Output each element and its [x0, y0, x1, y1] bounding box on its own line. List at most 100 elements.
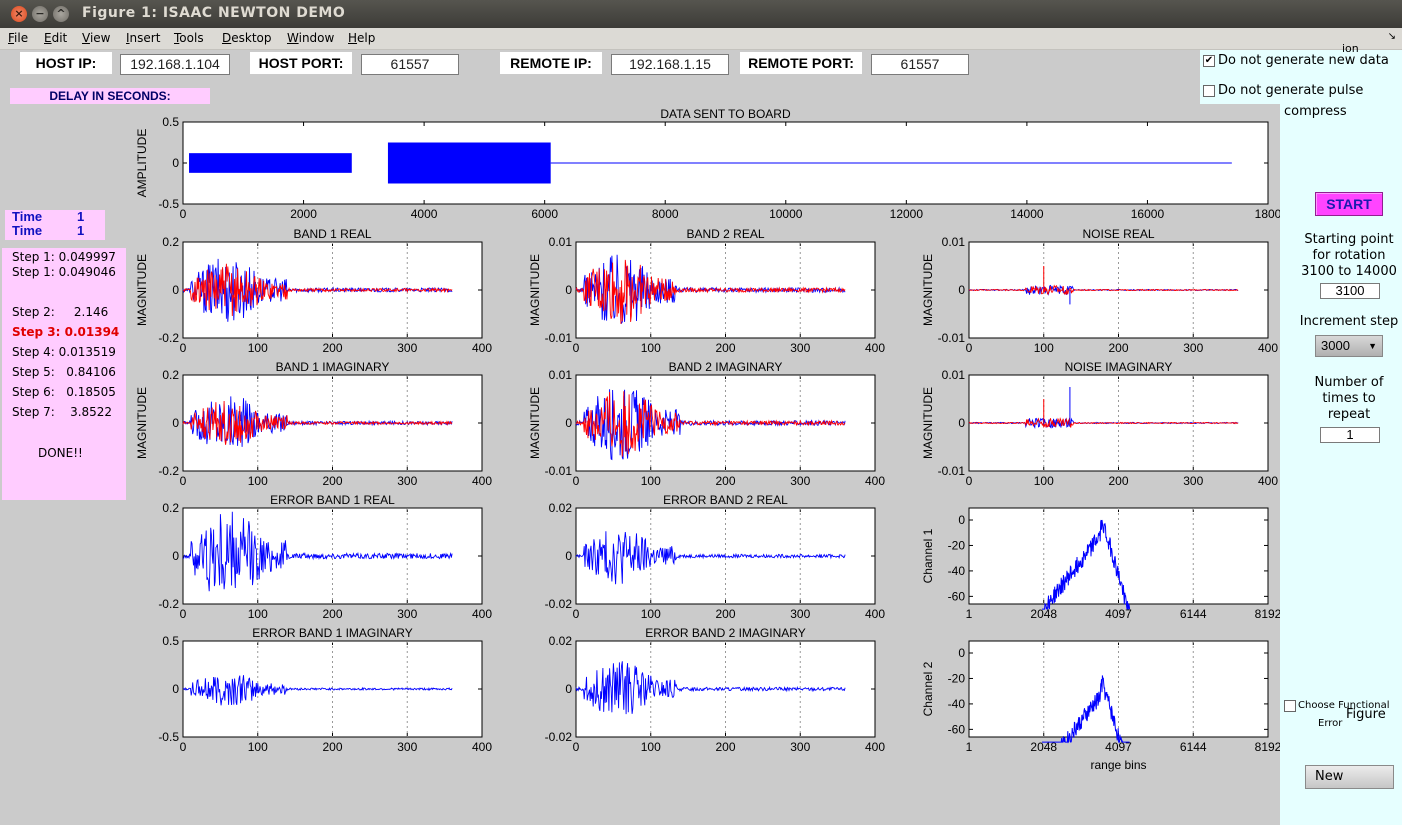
y-axis-label: MAGNITUDE — [528, 387, 542, 459]
figure-label: Figure — [1346, 707, 1386, 722]
y-axis-label: MAGNITUDE — [921, 387, 935, 459]
menu-file[interactable]: File — [8, 31, 28, 45]
x-tick-label: 1800 — [1255, 207, 1280, 221]
start-button[interactable]: START — [1315, 192, 1383, 216]
menu-insert[interactable]: Insert — [126, 31, 160, 45]
chart-title: BAND 1 REAL — [293, 227, 371, 241]
x-tick-label: 200 — [322, 740, 342, 754]
chart-axes: 0 100 200 300 4000.020-0.02ERROR BAND 2 IMAG… — [545, 626, 886, 754]
chevron-down-icon: ▼ — [1368, 341, 1377, 351]
x-tick-label: 12000 — [890, 207, 924, 221]
y-tick-label: 0.2 — [162, 501, 179, 515]
x-tick-label: 400 — [472, 607, 492, 621]
y-tick-label: 0 — [958, 513, 965, 527]
x-tick-label: 200 — [1108, 474, 1128, 488]
y-tick-label: 0 — [172, 283, 179, 297]
x-tick-label: 100 — [1034, 474, 1054, 488]
choose-error-checkbox[interactable] — [1284, 700, 1296, 712]
x-tick-label: 0 — [573, 607, 580, 621]
increment-value: 3000 — [1321, 338, 1350, 353]
dock-arrow-icon[interactable]: ↘ — [1388, 31, 1396, 42]
x-tick-label: 200 — [322, 474, 342, 488]
x-tick-label: 6144 — [1180, 740, 1207, 754]
minimize-icon[interactable]: − — [32, 6, 48, 22]
increment-select[interactable]: 3000 ▼ — [1315, 335, 1383, 357]
y-axis-label: MAGNITUDE — [135, 387, 149, 459]
x-axis-label: range bins — [1090, 758, 1146, 772]
chart-title: ERROR BAND 2 IMAGINARY — [645, 626, 805, 640]
x-tick-label: 300 — [1183, 341, 1203, 355]
menu-view[interactable]: View — [82, 31, 110, 45]
y-tick-label: -20 — [948, 538, 966, 552]
x-tick-label: 0 — [573, 740, 580, 754]
chart-title: ERROR BAND 1 IMAGINARY — [252, 626, 412, 640]
y-tick-label: -40 — [948, 697, 966, 711]
y-axis-label: Channel 1 — [921, 528, 935, 583]
x-tick-label: 200 — [1108, 341, 1128, 355]
chart-axes: 0 100 200 300 4000.010-0.01NOISE REALMAGNITU… — [921, 227, 1278, 355]
y-tick-label: 0.01 — [549, 368, 573, 382]
figure-canvas: HOST IP: 192.168.1.104 HOST PORT: 61557 … — [0, 42, 1402, 825]
maximize-icon[interactable]: ^ — [53, 6, 69, 22]
chart-title: BAND 2 REAL — [686, 227, 764, 241]
chart-title: NOISE IMAGINARY — [1065, 360, 1173, 374]
y-tick-label: 0 — [565, 416, 572, 430]
chart-axes: 0 2000 4000 6000 8000 10000 12000 14000 16000 180… — [135, 107, 1280, 221]
x-tick-label: 100 — [641, 341, 661, 355]
x-tick-label: 400 — [472, 740, 492, 754]
x-tick-label: 100 — [248, 740, 268, 754]
menu-window[interactable]: Window — [287, 31, 334, 45]
x-tick-label: 0 — [573, 341, 580, 355]
y-tick-label: 0 — [172, 416, 179, 430]
x-tick-label: 8192 — [1255, 607, 1280, 621]
x-tick-label: 100 — [248, 341, 268, 355]
x-tick-label: 400 — [865, 341, 885, 355]
y-tick-label: 0 — [958, 646, 965, 660]
y-tick-label: 0.2 — [162, 235, 179, 249]
chart-title: ERROR BAND 1 REAL — [270, 493, 395, 507]
y-tick-label: 0 — [172, 156, 179, 170]
y-tick-label: 0 — [565, 549, 572, 563]
chart-axes: 0 100 200 300 4000.010-0.01NOISE IMAGINARYMA… — [921, 360, 1278, 488]
repeat-input[interactable]: 1 — [1320, 427, 1380, 443]
y-tick-label: -60 — [948, 722, 966, 736]
chart-axes: 0 100 200 300 4000.20-0.2BAND 1 IMAGINARYMAG… — [135, 360, 492, 488]
increment-label: Increment step — [1299, 314, 1399, 329]
menu-help[interactable]: Help — [348, 31, 375, 45]
x-tick-label: 300 — [397, 341, 417, 355]
title-bar: × − ^ Figure 1: ISAAC NEWTON DEMO — [0, 0, 1402, 28]
data-burst — [189, 153, 352, 173]
new-button[interactable]: New — [1305, 765, 1394, 789]
close-icon[interactable]: × — [11, 6, 27, 22]
x-tick-label: 400 — [865, 607, 885, 621]
menu-desktop[interactable]: Desktop — [222, 31, 272, 45]
menu-tools[interactable]: Tools — [174, 31, 204, 45]
x-tick-label: 300 — [790, 607, 810, 621]
x-tick-label: 8192 — [1255, 740, 1280, 754]
y-axis-label: MAGNITUDE — [921, 254, 935, 326]
x-tick-label: 0 — [573, 474, 580, 488]
x-tick-label: 0 — [180, 207, 187, 221]
y-tick-label: 0 — [172, 682, 179, 696]
x-tick-label: 200 — [715, 740, 735, 754]
start-point-input[interactable]: 3100 — [1320, 283, 1380, 299]
y-axis-label: MAGNITUDE — [135, 254, 149, 326]
chart-axes: 0 100 200 300 4000.020-0.02ERROR BAND 2 REAL — [545, 493, 886, 621]
y-tick-label: -0.01 — [545, 331, 573, 345]
y-tick-label: 0.02 — [549, 634, 573, 648]
menu-edit[interactable]: Edit — [44, 31, 67, 45]
x-tick-label: 100 — [248, 607, 268, 621]
y-tick-label: 0.2 — [162, 368, 179, 382]
x-tick-label: 2000 — [290, 207, 317, 221]
chart-title: DATA SENT TO BOARD — [660, 107, 791, 121]
y-tick-label: -0.5 — [158, 730, 179, 744]
x-tick-label: 1 — [966, 740, 973, 754]
y-tick-label: 0.5 — [162, 634, 179, 648]
chart-title: NOISE REAL — [1082, 227, 1154, 241]
x-tick-label: 200 — [715, 607, 735, 621]
x-tick-label: 16000 — [1131, 207, 1165, 221]
x-tick-label: 0 — [966, 474, 973, 488]
x-tick-label: 100 — [1034, 341, 1054, 355]
plots-area: 0 2000 4000 6000 8000 10000 12000 14000 16000 180… — [135, 107, 1280, 772]
y-tick-label: -0.01 — [545, 464, 573, 478]
